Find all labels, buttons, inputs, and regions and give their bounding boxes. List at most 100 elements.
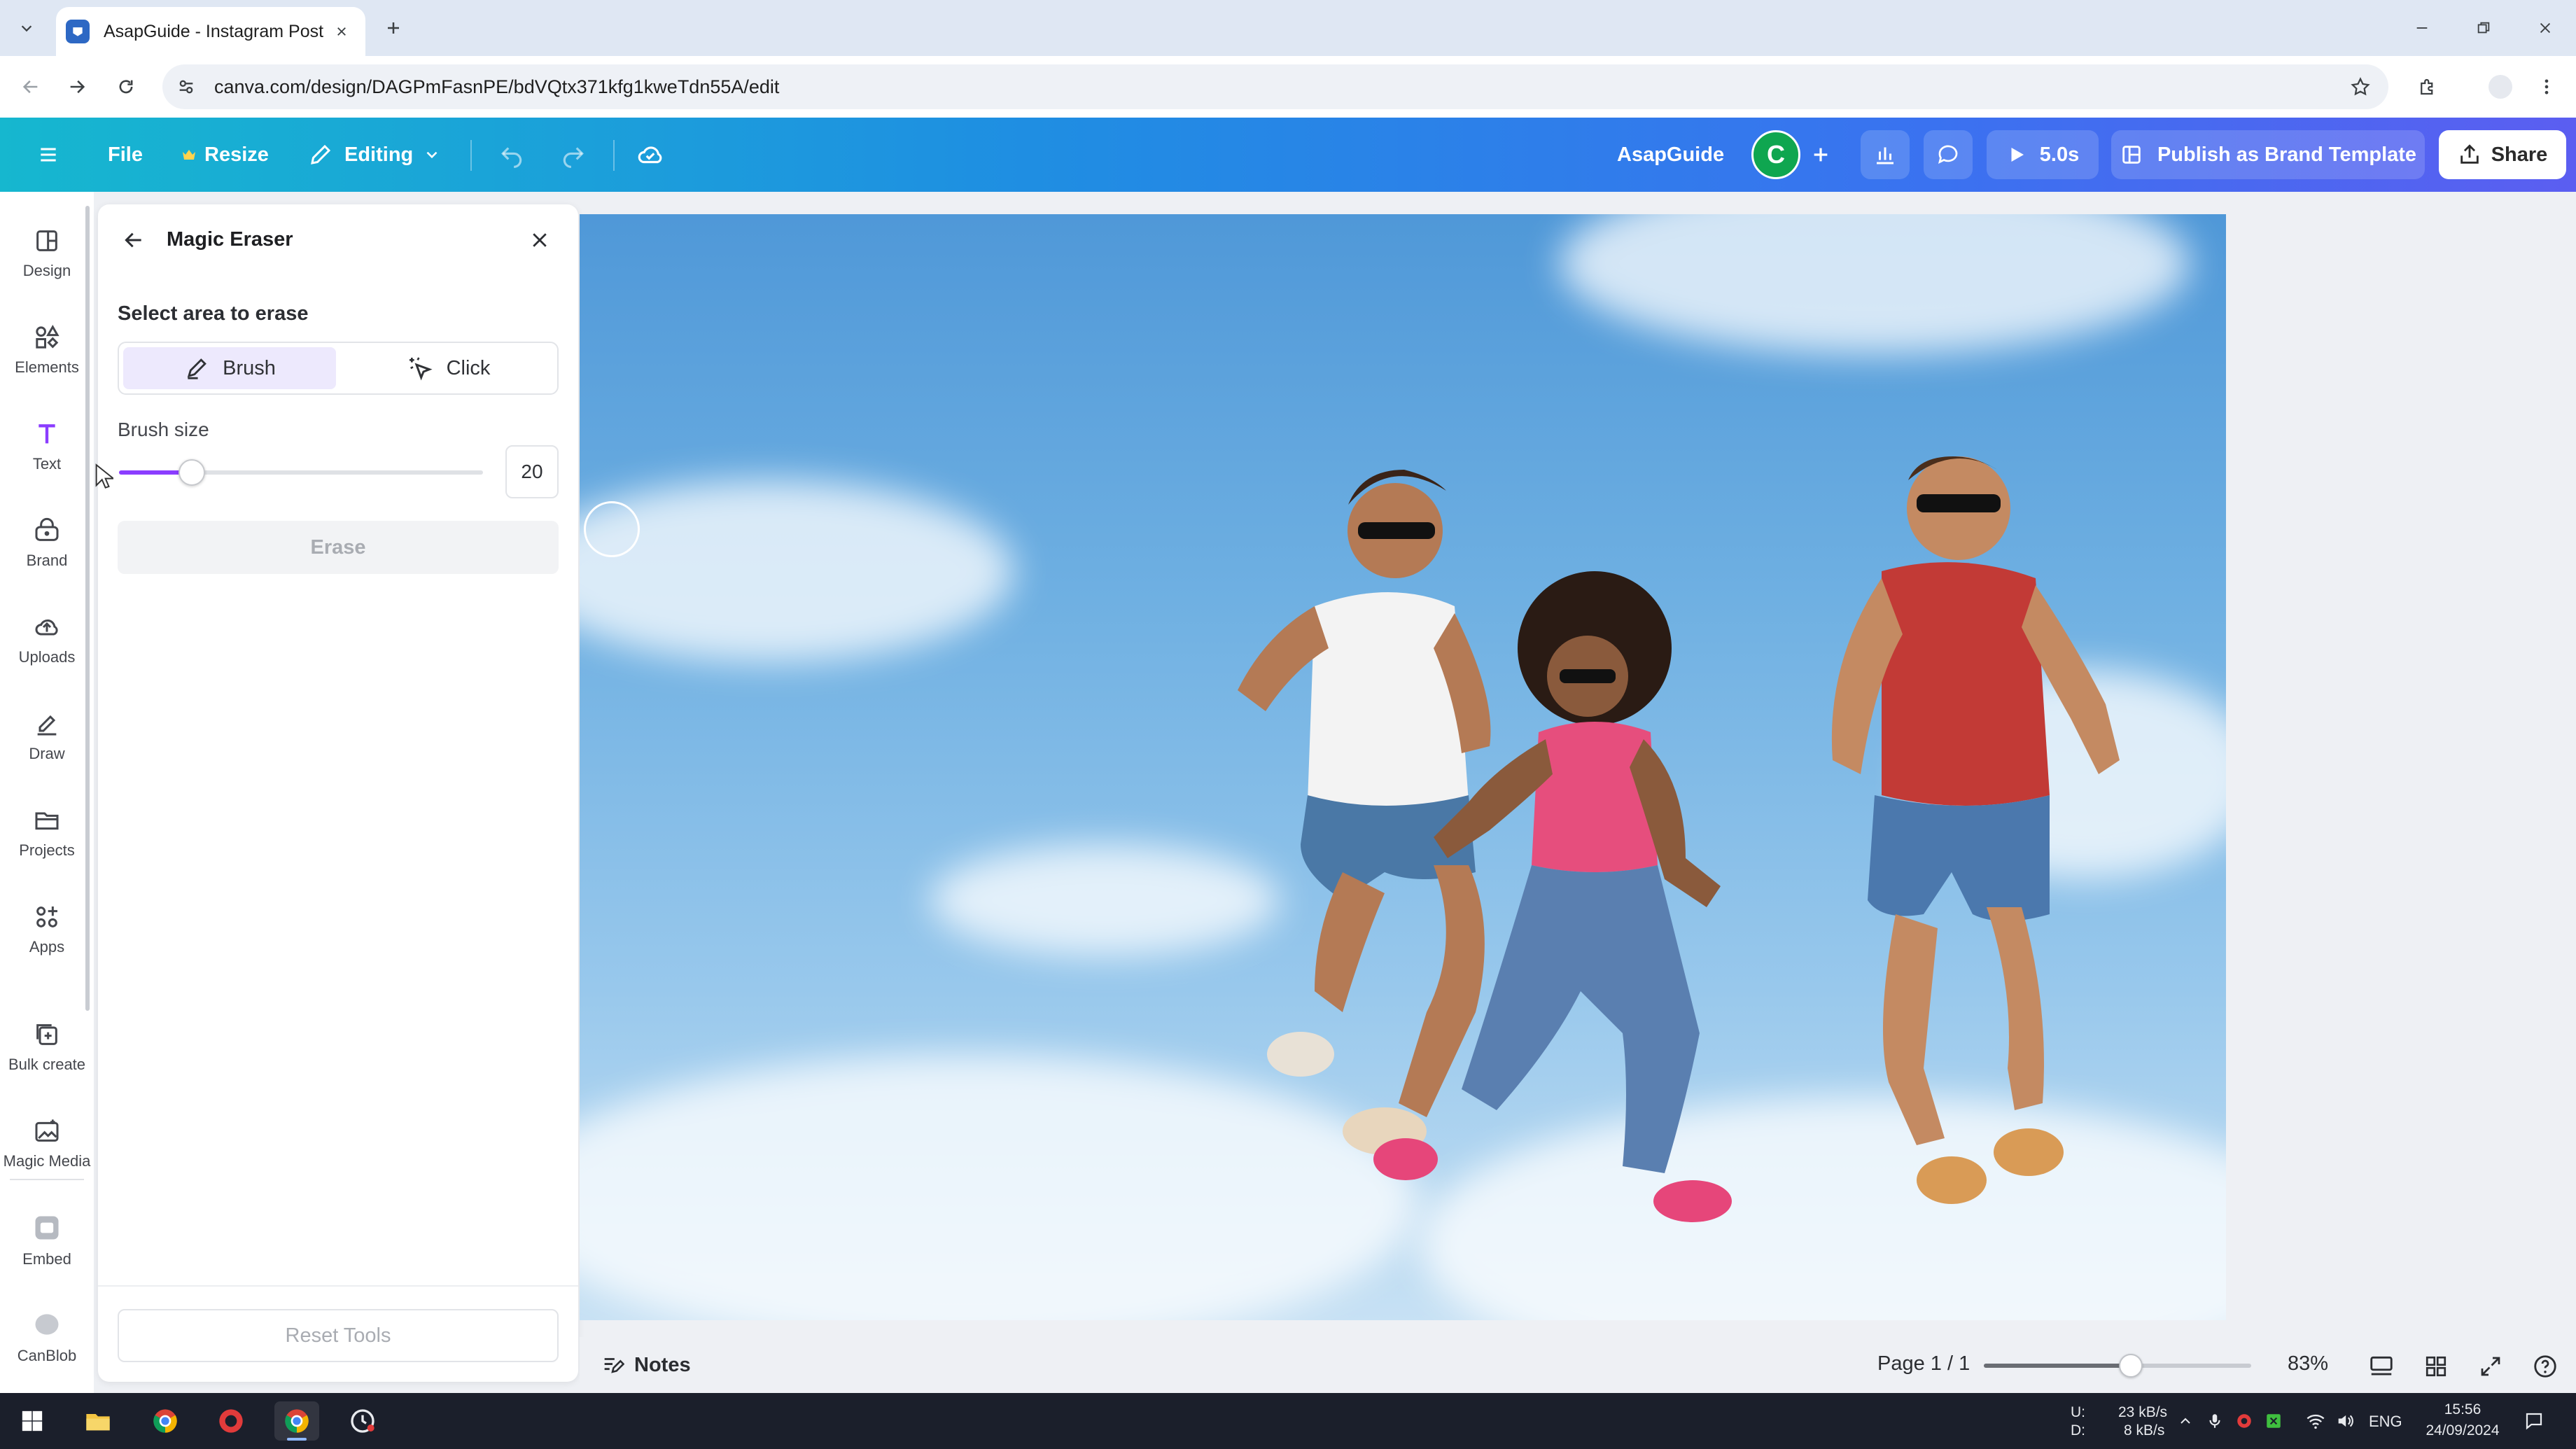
tray-recorder[interactable] (2232, 1408, 2257, 1434)
editing-mode-dropdown[interactable]: Editing (308, 133, 441, 176)
share-button[interactable]: Share (2439, 130, 2566, 179)
restore-button[interactable] (2463, 11, 2505, 45)
invite-button[interactable] (1799, 133, 1842, 176)
browser-tab[interactable]: AsapGuide - Instagram Post (56, 7, 365, 56)
rail-scrollbar[interactable] (85, 206, 90, 1011)
volume-icon (2338, 1415, 2353, 1427)
team-name[interactable]: AsapGuide (1617, 133, 1724, 176)
redo-button[interactable] (552, 133, 595, 176)
brush-mode-label: Brush (223, 356, 276, 379)
user-avatar[interactable]: C (1751, 130, 1800, 179)
main-menu-button[interactable] (27, 133, 70, 176)
close-icon (2540, 22, 2551, 34)
publish-brand-template-button[interactable]: Publish as Brand Template (2111, 130, 2425, 179)
rail-item-brand[interactable]: Brand (0, 501, 94, 585)
rail-item-bulk-create[interactable]: Bulk create (0, 1005, 94, 1089)
rail-item-text[interactable]: Text (0, 405, 94, 489)
page-indicator[interactable]: Page 1 / 1 (1877, 1352, 1970, 1376)
tray-volume[interactable] (2332, 1408, 2358, 1434)
close-window-button[interactable] (2524, 11, 2566, 45)
rail-item-uploads[interactable]: Uploads (0, 598, 94, 682)
notifications-button[interactable] (2521, 1408, 2547, 1434)
grid-view-button[interactable] (2418, 1348, 2454, 1385)
rail-item-canblob[interactable]: CanBlob (0, 1295, 94, 1379)
extensions-button[interactable] (2411, 70, 2444, 104)
microphone-icon (2209, 1414, 2220, 1428)
tray-overflow-button[interactable] (2173, 1408, 2198, 1434)
forward-button[interactable] (60, 70, 94, 104)
tray-app[interactable] (2261, 1408, 2286, 1434)
minimize-button[interactable] (2401, 11, 2443, 45)
brush-size-slider-thumb[interactable] (178, 459, 205, 486)
elements-icon (36, 324, 59, 349)
restore-icon (2477, 22, 2490, 34)
bookmark-button[interactable] (2346, 73, 2374, 101)
save-status-button[interactable] (629, 133, 672, 176)
rail-label: CanBlob (17, 1347, 77, 1364)
zoom-slider-thumb[interactable] (2119, 1354, 2143, 1378)
clock-date[interactable]: 24/09/2024 (2416, 1422, 2509, 1439)
plus-icon (388, 22, 399, 34)
rail-item-draw[interactable]: Draw (0, 694, 94, 778)
taskbar-screen-recorder[interactable] (209, 1401, 253, 1441)
file-menu[interactable]: File (108, 133, 143, 176)
reload-icon (119, 80, 133, 94)
language-indicator[interactable]: ENG (2369, 1413, 2402, 1431)
tray-wifi[interactable] (2303, 1408, 2328, 1434)
share-label: Share (2491, 143, 2548, 166)
zoom-slider[interactable] (1984, 1354, 2251, 1378)
site-settings-icon[interactable] (176, 77, 196, 97)
design-canvas[interactable] (580, 214, 2226, 1320)
rail-item-apps[interactable]: Apps (0, 888, 94, 972)
browser-menu-button[interactable] (2530, 70, 2563, 104)
chrome-icon (285, 1409, 309, 1433)
template-icon (2122, 146, 2141, 164)
click-mode-button[interactable]: Click (342, 347, 554, 389)
panel-close-button[interactable] (522, 223, 557, 258)
rail-item-projects[interactable]: Projects (0, 791, 94, 875)
zoom-level[interactable]: 83% (2288, 1352, 2328, 1376)
comments-button[interactable] (1924, 130, 1973, 179)
brush-mode-button[interactable]: Brush (123, 347, 336, 389)
undo-button[interactable] (490, 133, 533, 176)
rail-item-elements[interactable]: Elements (0, 308, 94, 392)
hamburger-icon (41, 148, 56, 162)
profile-button[interactable] (2484, 70, 2517, 104)
rail-label: Design (22, 262, 71, 279)
notes-button[interactable]: Notes (601, 1347, 691, 1383)
help-button[interactable] (2527, 1348, 2563, 1385)
present-button[interactable]: 5.0s (1987, 130, 2099, 179)
insights-button[interactable] (1861, 130, 1910, 179)
tab-search-button[interactable] (10, 11, 43, 45)
pages-view-button[interactable] (2363, 1348, 2400, 1385)
clock-time[interactable]: 15:56 (2433, 1401, 2492, 1418)
new-tab-button[interactable] (378, 13, 409, 43)
panel-back-button[interactable] (116, 223, 151, 258)
clock-icon (351, 1409, 374, 1433)
pages-icon (2370, 1356, 2393, 1376)
fullscreen-button[interactable] (2472, 1348, 2509, 1385)
tab-close-button[interactable] (328, 18, 356, 46)
erase-button[interactable]: Erase (118, 521, 559, 574)
reset-tools-button[interactable]: Reset Tools (118, 1309, 559, 1362)
rail-item-design[interactable]: Design (0, 211, 94, 295)
rail-item-magic-media[interactable]: Magic Media (0, 1102, 94, 1186)
brush-size-input[interactable]: 20 (505, 445, 559, 498)
taskbar-file-explorer[interactable] (76, 1401, 120, 1441)
brush-size-slider[interactable] (119, 459, 483, 486)
taskbar-clock-app[interactable] (340, 1401, 385, 1441)
reload-button[interactable] (109, 70, 143, 104)
net-up-label: U: (2071, 1404, 2085, 1420)
url-bar[interactable]: canva.com/design/DAGPmFasnPE/bdVQtx371kf… (162, 64, 2388, 109)
taskbar-chrome[interactable] (143, 1401, 188, 1441)
rail-label: Brand (26, 552, 68, 569)
taskbar-chrome-active[interactable] (274, 1401, 319, 1441)
start-button[interactable] (10, 1401, 55, 1441)
canva-favicon-icon (66, 20, 90, 43)
rail-item-embed[interactable]: Embed (0, 1198, 94, 1282)
tray-microphone[interactable] (2202, 1408, 2227, 1434)
brush-size-label: Brush size (118, 419, 209, 440)
profile-avatar (2488, 75, 2512, 99)
resize-button[interactable]: Resize (181, 133, 269, 176)
back-button[interactable] (14, 70, 48, 104)
